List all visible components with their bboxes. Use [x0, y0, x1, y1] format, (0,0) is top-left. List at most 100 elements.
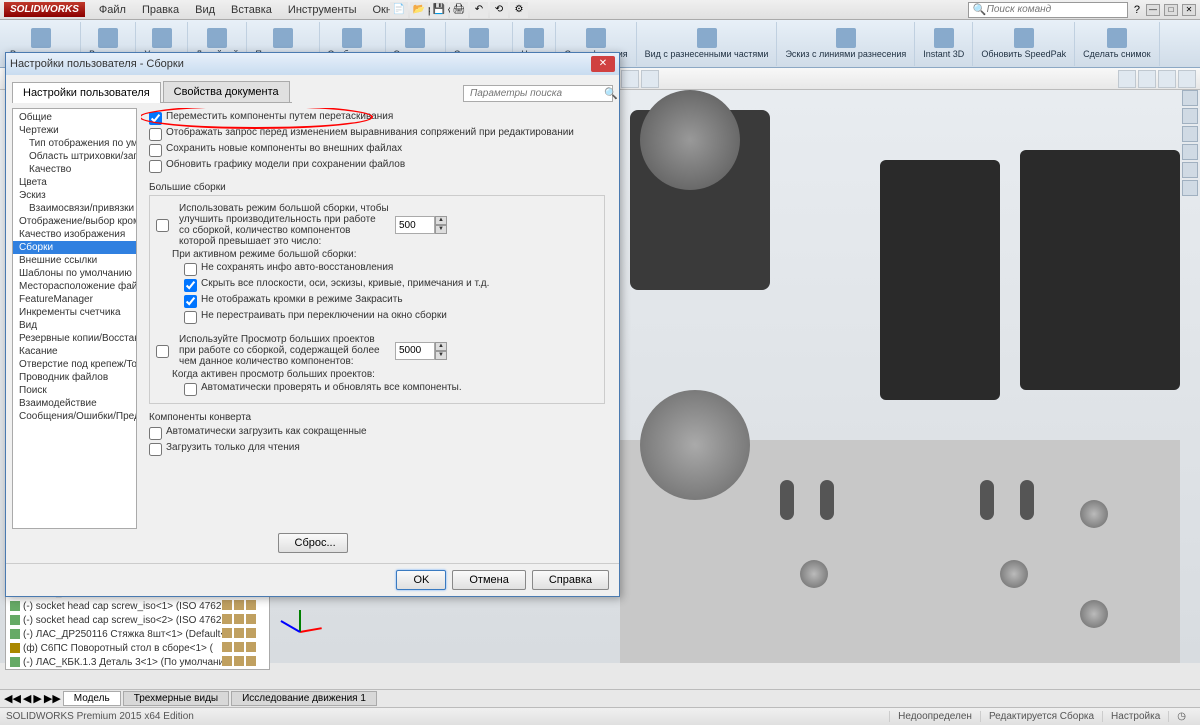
taskpane-custom-icon[interactable]: [1182, 180, 1198, 196]
checkbox-move-by-drag[interactable]: [149, 112, 162, 125]
opt-show-prompt[interactable]: Отображать запрос перед изменением вырав…: [149, 126, 605, 142]
tab-motion-study[interactable]: Исследование движения 1: [231, 691, 377, 706]
taskpane-view-palette-icon[interactable]: [1182, 144, 1198, 160]
taskpane-file-explorer-icon[interactable]: [1182, 126, 1198, 142]
opt-use-large-mode[interactable]: Использовать режим большой сборки, чтобы…: [156, 202, 598, 248]
search-go-icon[interactable]: 🔍: [604, 87, 618, 100]
checkbox-update-graphics[interactable]: [149, 160, 162, 173]
tree-item[interactable]: Чертежи: [13, 124, 136, 137]
new-icon[interactable]: 📄: [390, 2, 408, 18]
opt-load-readonly[interactable]: Загрузить только для чтения: [149, 441, 605, 457]
large-threshold-spinner[interactable]: ▲▼: [395, 216, 447, 234]
checkbox-no-rebuild[interactable]: [184, 311, 197, 324]
transparency-icon[interactable]: [246, 628, 256, 638]
undo-icon[interactable]: ↶: [470, 2, 488, 18]
tree-item[interactable]: Тип отображения по умо: [13, 137, 136, 150]
tab-nav-prev1-icon[interactable]: ◀: [23, 692, 31, 705]
tree-item[interactable]: Месторасположение файло: [13, 280, 136, 293]
checkbox-no-autosave[interactable]: [184, 263, 197, 276]
tree-item[interactable]: FeatureManager: [13, 293, 136, 306]
opt-hide-all[interactable]: Скрыть все плоскости, оси, эскизы, кривы…: [156, 277, 598, 293]
spin-up-icon[interactable]: ▲: [435, 342, 447, 351]
dialog-titlebar[interactable]: Настройки пользователя - Сборки ✕: [6, 53, 619, 75]
large-threshold-input[interactable]: [395, 216, 435, 234]
transparency-icon[interactable]: [246, 656, 256, 666]
reset-button[interactable]: Сброс...: [278, 533, 348, 553]
orientation-triad[interactable]: [300, 593, 340, 633]
tab-model[interactable]: Модель: [63, 691, 121, 706]
tab-user-settings[interactable]: Настройки пользователя: [12, 82, 161, 103]
checkbox-no-edges[interactable]: [184, 295, 197, 308]
ribbon-exploded[interactable]: Вид с разнесенными частями: [637, 22, 778, 66]
taskpane-appearances-icon[interactable]: [1182, 162, 1198, 178]
tree-item[interactable]: Отображение/выбор кромк: [13, 215, 136, 228]
tab-nav-prev-icon[interactable]: ◀◀: [4, 692, 21, 705]
transparency-icon[interactable]: [246, 600, 256, 610]
ribbon-snapshot[interactable]: Сделать снимок: [1075, 22, 1159, 66]
transparency-icon[interactable]: [246, 642, 256, 652]
tree-item[interactable]: Эскиз: [13, 189, 136, 202]
options-category-tree[interactable]: ОбщиеЧертежиТип отображения по умоОбласт…: [12, 108, 137, 529]
display-state-icon[interactable]: [222, 628, 232, 638]
opt-auto-load-lw[interactable]: Автоматически загрузить как сокращенные: [149, 425, 605, 441]
menu-edit[interactable]: Правка: [134, 2, 187, 18]
tree-item[interactable]: Поиск: [13, 384, 136, 397]
tree-item[interactable]: Область штриховки/запо: [13, 150, 136, 163]
menu-view[interactable]: Вид: [187, 2, 223, 18]
checkbox-use-large-mode[interactable]: [156, 219, 169, 232]
tile-icon[interactable]: [1118, 70, 1136, 88]
options-search[interactable]: 🔍: [463, 85, 613, 102]
tab-nav-next-icon[interactable]: ▶▶: [44, 692, 61, 705]
ribbon-explode-sketch[interactable]: Эскиз с линиями разнесения: [777, 22, 915, 66]
ribbon-speedpak[interactable]: Обновить SpeedPak: [973, 22, 1075, 66]
review-threshold-input[interactable]: [395, 342, 435, 360]
tree-item[interactable]: Взаимодействие: [13, 397, 136, 410]
window-max-icon[interactable]: [1158, 70, 1176, 88]
opt-no-edges[interactable]: Не отображать кромки в режиме Закрасить: [156, 293, 598, 309]
appearance-state-icon[interactable]: [234, 614, 244, 624]
command-search[interactable]: 🔍: [968, 2, 1128, 18]
tree-item[interactable]: Проводник файлов: [13, 371, 136, 384]
restore-button[interactable]: □: [1164, 4, 1178, 16]
checkbox-large-review[interactable]: [156, 345, 169, 358]
display-state-icon[interactable]: [222, 642, 232, 652]
options-search-input[interactable]: [470, 88, 604, 99]
review-threshold-spinner[interactable]: ▲▼: [395, 342, 447, 360]
menu-file[interactable]: Файл: [91, 2, 134, 18]
opt-move-by-drag[interactable]: Переместить компоненты путем перетаскива…: [149, 110, 605, 126]
appearance-state-icon[interactable]: [234, 628, 244, 638]
ok-button[interactable]: OK: [396, 570, 446, 590]
tree-item[interactable]: Инкременты счетчика: [13, 306, 136, 319]
tree-item[interactable]: Цвета: [13, 176, 136, 189]
display-state-icon[interactable]: [222, 600, 232, 610]
opt-large-review[interactable]: Используйте Просмотр больших проектов пр…: [156, 333, 598, 368]
close-button[interactable]: ✕: [1182, 4, 1196, 16]
tree-item[interactable]: Взаимосвязи/привязки: [13, 202, 136, 215]
tree-item[interactable]: Шаблоны по умолчанию: [13, 267, 136, 280]
tree-item[interactable]: Резервные копии/Восстан: [13, 332, 136, 345]
window-min-icon[interactable]: [1138, 70, 1156, 88]
transparency-icon[interactable]: [246, 614, 256, 624]
checkbox-load-readonly[interactable]: [149, 443, 162, 456]
appearance-state-icon[interactable]: [234, 656, 244, 666]
cancel-button[interactable]: Отмена: [452, 570, 525, 590]
tree-item[interactable]: Касание: [13, 345, 136, 358]
minimize-button[interactable]: —: [1146, 4, 1160, 16]
help-dropdown-icon[interactable]: ?: [1134, 4, 1140, 16]
opt-no-rebuild[interactable]: Не перестраивать при переключении на окн…: [156, 309, 598, 325]
checkbox-save-external[interactable]: [149, 144, 162, 157]
opt-auto-check[interactable]: Автоматически проверять и обновлять все …: [156, 381, 598, 397]
appearance-state-icon[interactable]: [234, 642, 244, 652]
tree-item[interactable]: Общие: [13, 111, 136, 124]
open-icon[interactable]: 📂: [410, 2, 428, 18]
help-button[interactable]: Справка: [532, 570, 609, 590]
display-state-icon[interactable]: [222, 614, 232, 624]
window-close-icon[interactable]: [1178, 70, 1196, 88]
tree-item[interactable]: Качество: [13, 163, 136, 176]
spin-down-icon[interactable]: ▼: [435, 225, 447, 234]
opt-update-graphics[interactable]: Обновить графику модели при сохранении ф…: [149, 158, 605, 174]
display-state-icon[interactable]: [222, 656, 232, 666]
taskpane-design-library-icon[interactable]: [1182, 108, 1198, 124]
tree-item[interactable]: Сообщения/Ошибки/Преду: [13, 410, 136, 423]
save-icon[interactable]: 💾: [430, 2, 448, 18]
